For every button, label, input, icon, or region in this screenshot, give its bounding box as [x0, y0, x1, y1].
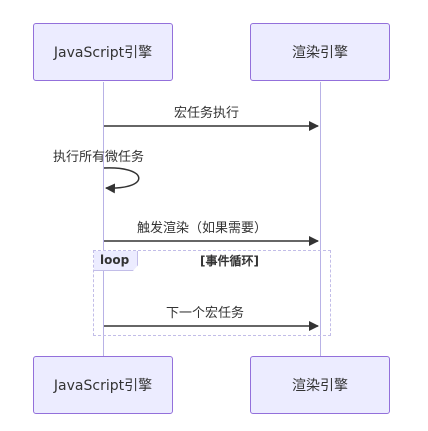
actor-render-engine-bottom: 渲染引擎	[250, 356, 390, 414]
actor-label: 渲染引擎	[292, 378, 348, 394]
message-all-micro-tasks: 执行所有微任务	[53, 150, 145, 165]
actor-label: JavaScript引擎	[53, 378, 153, 394]
actor-javascript-engine-bottom: JavaScript引擎	[33, 356, 173, 414]
message-next-macro-task: 下一个宏任务	[166, 306, 245, 321]
arrow-self-micro-tasks	[103, 167, 140, 194]
message-macro-task: 宏任务执行	[174, 106, 240, 121]
message-trigger-render: 触发渲染（如果需要）	[137, 221, 268, 236]
